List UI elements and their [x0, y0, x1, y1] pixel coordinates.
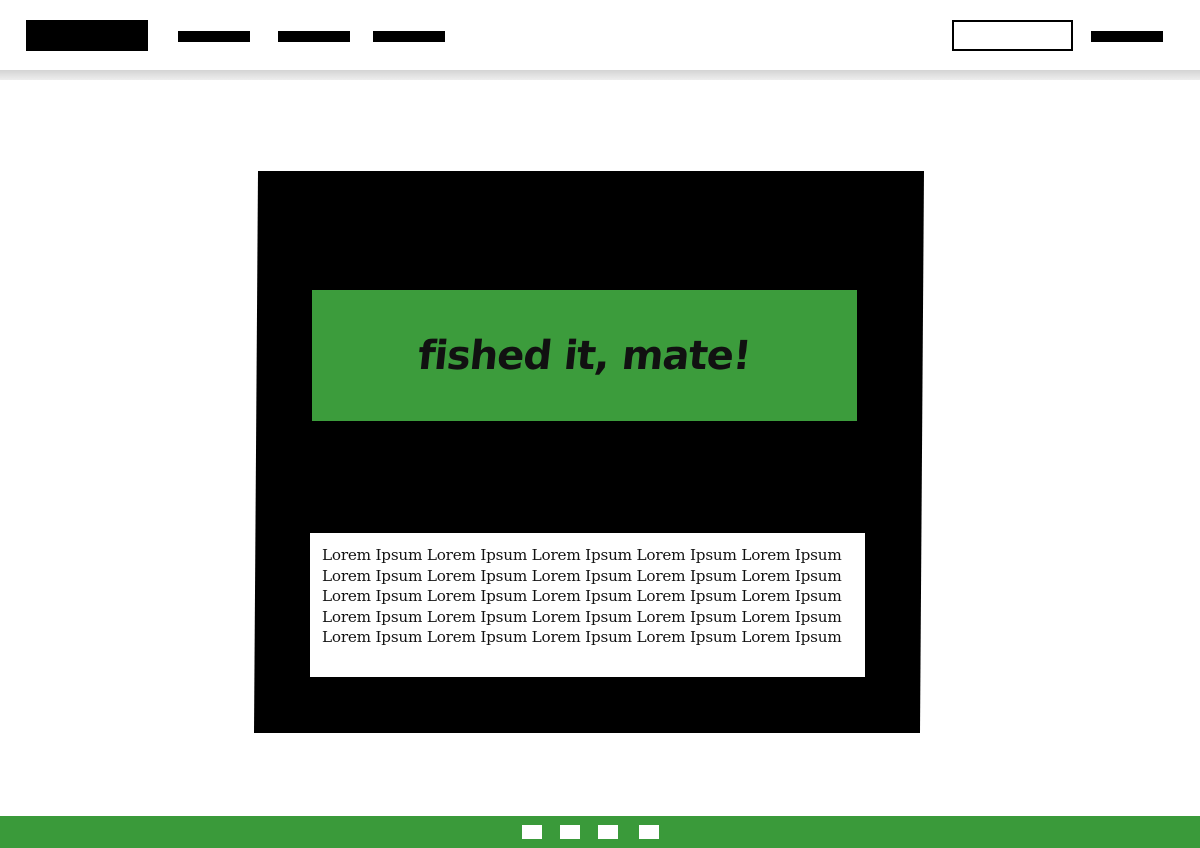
hero-banner-text: fished it, mate! — [415, 332, 754, 379]
footer-bar — [0, 816, 1200, 848]
text-line: Lorem Ipsum Lorem Ipsum Lorem Ipsum Lore… — [322, 607, 842, 626]
text-card: Lorem Ipsum Lorem Ipsum Lorem Ipsum Lore… — [310, 533, 865, 677]
footer-link-4[interactable] — [639, 825, 659, 839]
page: fished it, mate! Lorem Ipsum Lorem Ipsum… — [0, 0, 1200, 848]
hero-banner: fished it, mate! — [312, 290, 857, 421]
text-line: Lorem Ipsum Lorem Ipsum Lorem Ipsum Lore… — [322, 587, 842, 605]
text-line: Lorem Ipsum Lorem Ipsum Lorem Ipsum Lore… — [322, 546, 842, 564]
footer-link-2[interactable] — [560, 825, 580, 839]
text-line: Lorem Ipsum Lorem Ipsum Lorem Ipsum Lore… — [322, 628, 842, 646]
text-line: Lorem Ipsum Lorem Ipsum Lorem Ipsum Lore… — [322, 566, 842, 585]
footer-link-3[interactable] — [598, 825, 618, 839]
hero-panel-container — [254, 171, 924, 733]
footer-link-1[interactable] — [522, 825, 542, 839]
